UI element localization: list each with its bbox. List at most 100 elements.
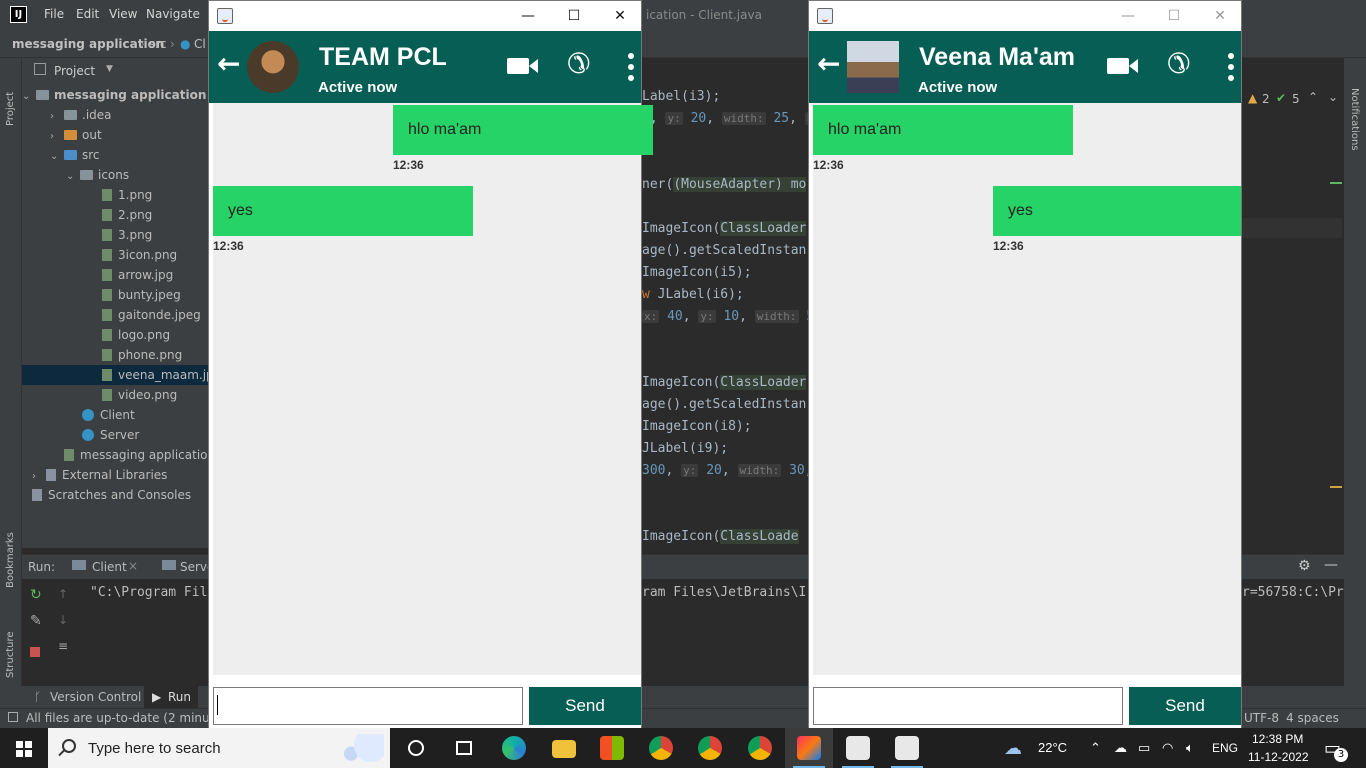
arrow-up-icon[interactable]: ↑ (58, 587, 68, 601)
status-square-icon[interactable] (8, 712, 18, 722)
message-input[interactable] (813, 687, 1123, 725)
encoding[interactable]: UTF-8 (1244, 711, 1279, 725)
onedrive-icon[interactable]: ☁ (1114, 728, 1127, 768)
tree-item[interactable]: bunty.jpeg (22, 285, 208, 305)
tree-item[interactable]: Scratches and Consoles (22, 485, 208, 505)
start-button[interactable] (0, 728, 48, 768)
chevron-right-icon[interactable]: › (32, 467, 46, 487)
back-arrow-icon[interactable]: ← (217, 49, 240, 79)
code-editor[interactable]: Label(i3); 5, y: 20, width: 25, heig ner… (642, 85, 836, 550)
project-tool-tab[interactable]: Project (5, 66, 16, 126)
breadcrumb-src[interactable]: src (149, 37, 167, 51)
maximize-button[interactable]: ☐ (551, 1, 597, 31)
indent-setting[interactable]: 4 spaces (1286, 711, 1339, 725)
warning-count[interactable]: 2 (1262, 92, 1270, 106)
send-button[interactable]: Send (529, 687, 641, 725)
message-input[interactable] (213, 687, 523, 725)
cortana-button[interactable] (392, 728, 440, 768)
window-titlebar[interactable]: — ☐ ✕ (809, 1, 1241, 31)
minimize-button[interactable]: — (1105, 1, 1151, 31)
taskbar-app-edge[interactable] (490, 728, 538, 768)
tree-item[interactable]: 2.png (22, 205, 208, 225)
breadcrumb-class[interactable]: Cl (194, 37, 206, 51)
task-view-button[interactable] (440, 728, 488, 768)
more-options-icon[interactable] (1227, 53, 1235, 81)
tree-item[interactable]: 1.png (22, 185, 208, 205)
taskbar-app-java-2[interactable] (883, 728, 931, 768)
tree-item[interactable]: 3.png (22, 225, 208, 245)
window-titlebar[interactable]: — ☐ ✕ (209, 1, 641, 31)
tree-item[interactable]: Client (22, 405, 208, 425)
video-call-icon[interactable] (507, 58, 538, 74)
run-tool-tab[interactable]: Run (168, 690, 191, 704)
tree-item[interactable]: arrow.jpg (22, 265, 208, 285)
menu-navigate[interactable]: Navigate (146, 7, 200, 21)
tree-item[interactable]: 3icon.png (22, 245, 208, 265)
tree-item[interactable]: › out (22, 125, 208, 145)
gear-icon[interactable]: ⚙ (1298, 558, 1311, 574)
video-call-icon[interactable] (1107, 58, 1138, 74)
stop-icon[interactable] (30, 647, 40, 657)
tree-item[interactable]: veena_maam.jpg (22, 365, 221, 385)
tree-item[interactable]: ⌄messaging applicationC:\ (22, 85, 227, 107)
notifications-tool-tab[interactable]: Notifications (1349, 88, 1360, 188)
send-button[interactable]: Send (1129, 687, 1241, 725)
close-button[interactable]: ✕ (597, 1, 643, 31)
menu-file[interactable]: File (44, 7, 64, 21)
status-message[interactable]: All files are up-to-date (2 minutes (26, 711, 228, 725)
version-control-tab[interactable]: Version Control (50, 690, 141, 704)
back-arrow-icon[interactable]: ← (817, 49, 840, 79)
battery-icon[interactable]: ▭ (1138, 728, 1150, 768)
volume-icon[interactable]: 🔈︎ (1186, 728, 1194, 768)
menu-edit[interactable]: Edit (76, 7, 99, 21)
tree-item[interactable]: video.png (22, 385, 208, 405)
soft-wrap-icon[interactable]: ≡ (58, 639, 68, 653)
taskbar-app-chrome-profile[interactable] (686, 728, 734, 768)
tree-item[interactable]: › .idea (22, 105, 208, 125)
maximize-button[interactable]: ☐ (1151, 1, 1197, 31)
chevron-up-icon[interactable]: ⌃ (1308, 90, 1318, 104)
bookmarks-tool-tab[interactable]: Bookmarks (5, 518, 16, 588)
run-tab-client[interactable]: Client (92, 560, 127, 574)
wifi-icon[interactable]: ◠ (1162, 728, 1173, 768)
language-indicator[interactable]: ENG (1212, 728, 1238, 768)
tree-item[interactable]: gaitonde.jpeg (22, 305, 208, 325)
phone-icon[interactable]: ✆ (567, 47, 590, 80)
minimize-icon[interactable]: — (1324, 557, 1338, 573)
tree-item[interactable]: Server (22, 425, 208, 445)
close-icon[interactable]: × (128, 559, 138, 573)
rerun-icon[interactable]: ↻ (30, 587, 42, 603)
taskbar-app-chrome-profile-2[interactable] (736, 728, 784, 768)
menu-view[interactable]: View (109, 7, 137, 21)
taskbar-app-explorer[interactable] (540, 728, 588, 768)
tree-item[interactable]: logo.png (22, 325, 208, 345)
structure-tool-tab[interactable]: Structure (5, 608, 16, 678)
taskbar-app-java-1[interactable] (834, 728, 882, 768)
chevron-down-icon[interactable]: ⌄ (1328, 90, 1338, 104)
wrench-icon[interactable]: ✎ (30, 613, 42, 629)
close-button[interactable]: ✕ (1197, 1, 1243, 31)
tree-item[interactable]: ⌄ src (22, 145, 208, 165)
chevron-down-icon[interactable]: ▼ (106, 64, 113, 74)
taskbar-search[interactable]: Type here to search (48, 728, 390, 768)
tree-item[interactable]: messaging application.i (22, 445, 222, 465)
chevron-right-icon[interactable]: › (50, 127, 64, 147)
minimize-button[interactable]: — (505, 1, 551, 31)
project-panel-title[interactable]: Project (54, 64, 95, 78)
taskbar-app-chrome[interactable] (637, 728, 685, 768)
weather-temp[interactable]: 22°C (1038, 728, 1067, 768)
tree-item[interactable]: phone.png (22, 345, 208, 365)
taskbar-app-store[interactable] (588, 728, 636, 768)
chevron-up-icon[interactable]: ⌃ (1090, 728, 1101, 768)
chevron-down-icon[interactable]: ⌄ (22, 87, 36, 107)
more-options-icon[interactable] (627, 53, 635, 81)
phone-icon[interactable]: ✆ (1167, 47, 1190, 80)
arrow-down-icon[interactable]: ↓ (58, 613, 68, 627)
clock-date[interactable]: 11-12-2022 (1248, 749, 1309, 768)
chevron-down-icon[interactable]: ⌄ (50, 147, 64, 167)
taskbar-app-intellij[interactable] (785, 728, 833, 768)
chevron-right-icon[interactable]: › (50, 107, 64, 127)
tree-item[interactable]: ⌄ icons (22, 165, 208, 185)
tree-item[interactable]: › External Libraries (22, 465, 208, 485)
check-count[interactable]: 5 (1292, 92, 1300, 106)
